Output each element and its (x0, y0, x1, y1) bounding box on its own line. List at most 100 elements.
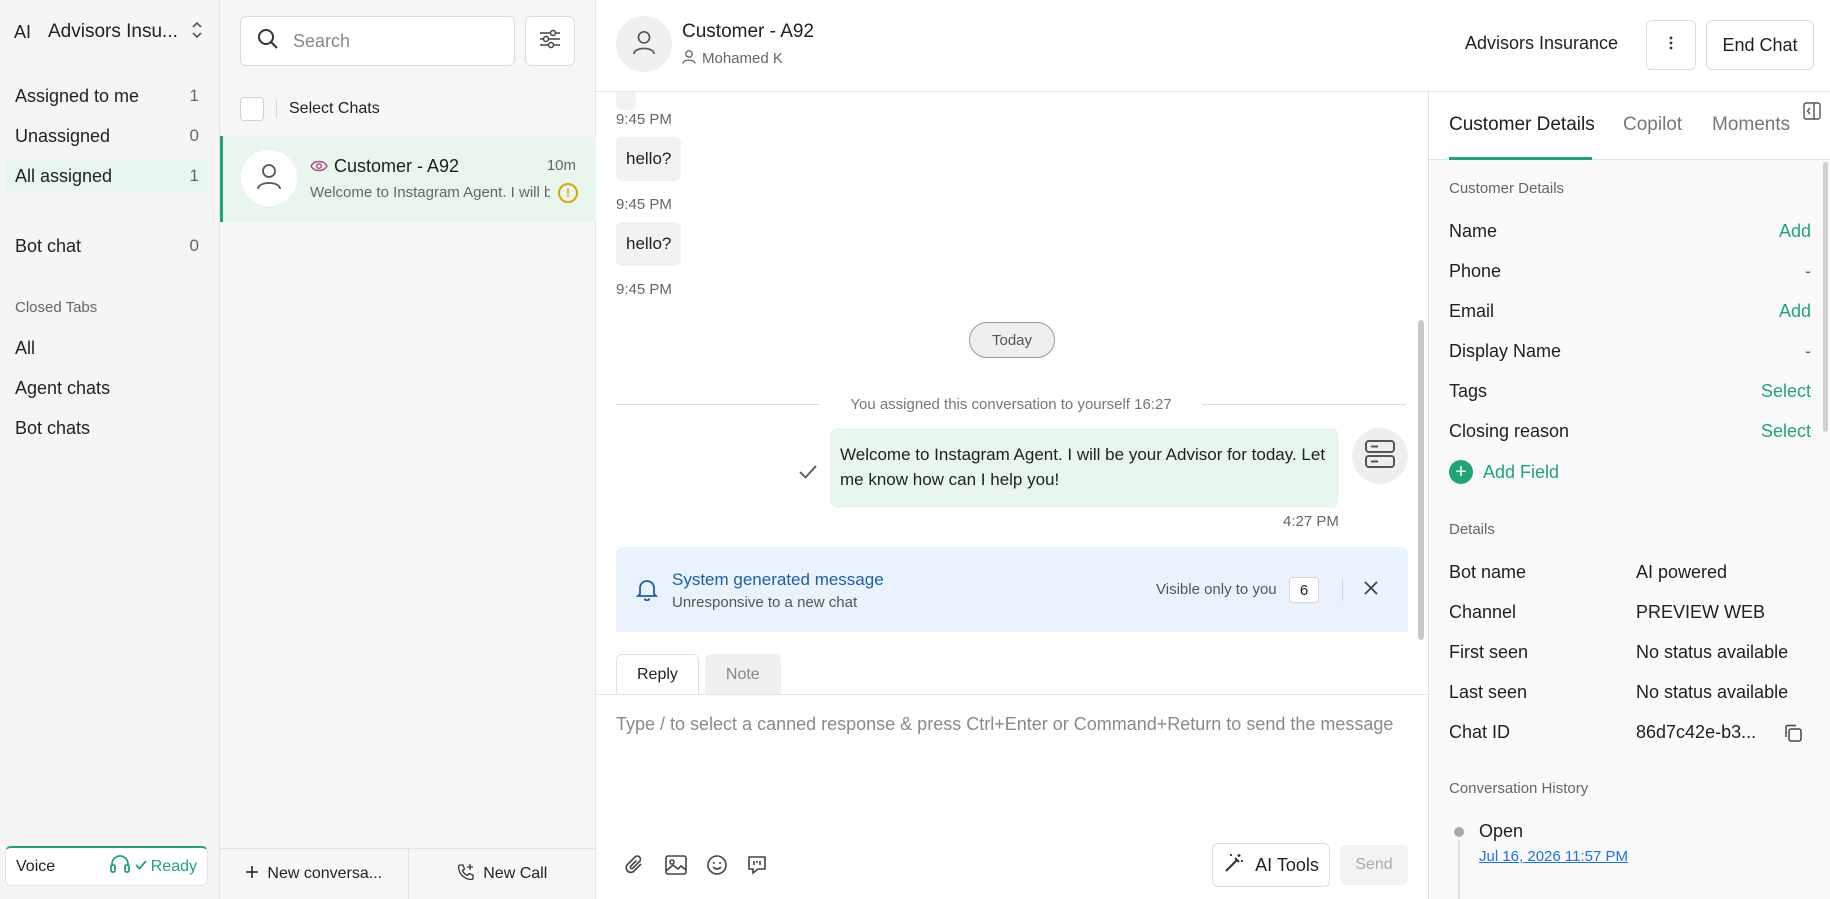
chat-item-time: 10m (546, 157, 576, 174)
nav-bot-chat[interactable]: Bot chat 0 (6, 230, 208, 262)
assigned-agent: Mohamed K (682, 49, 783, 68)
tab-copilot[interactable]: Copilot (1623, 114, 1682, 136)
delivered-check-icon (798, 464, 818, 485)
panel-scrollbar[interactable] (1823, 162, 1828, 432)
nav-agent-chats[interactable]: Agent chats (6, 372, 208, 404)
image-icon[interactable] (664, 854, 688, 881)
paperclip-icon[interactable] (624, 854, 646, 881)
copy-icon[interactable] (1783, 723, 1803, 748)
nav-all-assigned[interactable]: All assigned 1 (6, 160, 208, 192)
chat-item-title-row: Customer - A92 (310, 156, 459, 177)
conversation-history-heading: Conversation History (1449, 780, 1589, 797)
incoming-message-partial (616, 92, 636, 110)
chat-list-item[interactable]: Customer - A92 10m Welcome to Instagram … (220, 136, 596, 222)
conversation-title: Customer - A92 (682, 21, 814, 42)
nav-unassigned[interactable]: Unassigned 0 (6, 120, 208, 152)
tab-note[interactable]: Note (704, 654, 781, 695)
emoji-icon[interactable] (706, 854, 728, 881)
system-message-banner: System generated message Unresponsive to… (616, 547, 1408, 632)
select-tags-link[interactable]: Select (1761, 381, 1811, 402)
day-separator: Today (969, 322, 1055, 358)
history-date-link[interactable]: Jul 16, 2026 11:57 PM (1479, 848, 1628, 865)
divider (596, 694, 1428, 695)
chat-item-name: Customer - A92 (334, 156, 460, 176)
detail-label: Bot name (1449, 562, 1527, 582)
nav-closed-all[interactable]: All (6, 332, 208, 364)
customer-avatar (241, 150, 297, 206)
divider (1201, 403, 1407, 405)
new-conversation-button[interactable]: New conversa... (220, 849, 408, 899)
left-sidebar: AI Advisors Insu... Assigned to me 1 Una… (0, 0, 220, 899)
add-email-link[interactable]: Add (1779, 301, 1811, 322)
field-closing-reason: Closing reason Select (1449, 421, 1811, 442)
bell-icon (635, 577, 659, 606)
phone-plus-icon (457, 863, 475, 886)
add-field-button[interactable]: + Add Field (1449, 460, 1559, 484)
chat-list-panel: Select Chats Customer - A92 10m Welcome … (220, 0, 596, 899)
select-closing-reason-link[interactable]: Select (1761, 421, 1811, 442)
nav-count: 0 (189, 236, 199, 255)
history-status: Open (1479, 821, 1524, 841)
divider (616, 403, 821, 405)
message-composer[interactable] (616, 712, 1396, 772)
select-chats-label: Select Chats (289, 100, 380, 117)
reply-tabs: Reply Note (616, 654, 781, 695)
send-button[interactable]: Send (1340, 845, 1408, 885)
nav-count: 1 (189, 166, 199, 185)
agent-name: Mohamed K (702, 50, 783, 67)
details-heading: Details (1449, 521, 1495, 538)
filter-button[interactable] (525, 16, 575, 66)
detail-value: PREVIEW WEB (1636, 602, 1766, 622)
nav-bot-chats[interactable]: Bot chats (6, 412, 208, 444)
nav-count: 0 (189, 126, 199, 145)
end-chat-button[interactable]: End Chat (1706, 20, 1814, 70)
field-label: Closing reason (1449, 421, 1570, 441)
nav-assigned-to-me[interactable]: Assigned to me 1 (6, 80, 208, 112)
closed-tabs-heading: Closed Tabs (15, 299, 98, 316)
detail-label: Chat ID (1449, 722, 1511, 742)
search-input[interactable] (293, 30, 493, 52)
close-icon[interactable] (1364, 580, 1378, 600)
add-name-link[interactable]: Add (1779, 221, 1811, 242)
tab-reply[interactable]: Reply (616, 654, 699, 695)
detail-value: 86d7c42e-b3... (1636, 722, 1757, 742)
voice-status: Ready (109, 854, 197, 879)
field-label: Name (1449, 221, 1498, 241)
ai-tools-label: AI Tools (1255, 854, 1319, 875)
new-call-button[interactable]: New Call (407, 849, 597, 899)
more-options-button[interactable] (1646, 20, 1696, 70)
field-display-name: Display Name - (1449, 341, 1811, 362)
search-box[interactable] (240, 16, 515, 66)
tab-customer-details[interactable]: Customer Details (1449, 114, 1595, 136)
voice-status-toggle[interactable]: Voice Ready (5, 846, 208, 886)
message-time: 4:27 PM (1283, 513, 1339, 530)
right-panel-tabs: Customer Details Copilot Moments (1429, 92, 1830, 160)
visibility-label: Visible only to you (1156, 581, 1277, 598)
assignment-event-text: You assigned this conversation to yourse… (850, 395, 1172, 413)
customer-details-heading: Customer Details (1449, 180, 1565, 197)
nav-label: Bot chat (15, 235, 82, 256)
user-small-icon (682, 49, 696, 68)
chat-item-preview: Welcome to Instagram Agent. I will be yo… (310, 184, 550, 201)
user-icon (256, 162, 282, 195)
field-email: Email Add (1449, 301, 1811, 322)
outgoing-message: Welcome to Instagram Agent. I will be yo… (830, 428, 1339, 508)
tab-moments[interactable]: Moments (1712, 114, 1790, 136)
incoming-message: hello? (616, 222, 682, 266)
detail-label: First seen (1449, 642, 1529, 662)
canned-response-icon[interactable] (746, 854, 768, 881)
message-thread: 9:45 PM hello? 9:45 PM hello? 9:45 PM To… (596, 92, 1428, 632)
eye-icon (310, 156, 328, 177)
search-icon (257, 28, 279, 55)
workspace-switcher[interactable]: AI Advisors Insu... (14, 18, 204, 46)
field-tags: Tags Select (1449, 381, 1811, 402)
detail-value: No status available (1636, 642, 1789, 662)
bot-avatar (1352, 428, 1408, 484)
system-message-title: System generated message (672, 570, 884, 589)
message-scrollbar[interactable] (1418, 320, 1424, 640)
select-all-checkbox[interactable] (240, 97, 264, 121)
ai-tools-button[interactable]: AI Tools (1212, 843, 1330, 887)
detail-label: Last seen (1449, 682, 1528, 702)
collapse-panel-icon[interactable] (1803, 102, 1821, 125)
plus-circle-icon: + (1449, 460, 1473, 484)
